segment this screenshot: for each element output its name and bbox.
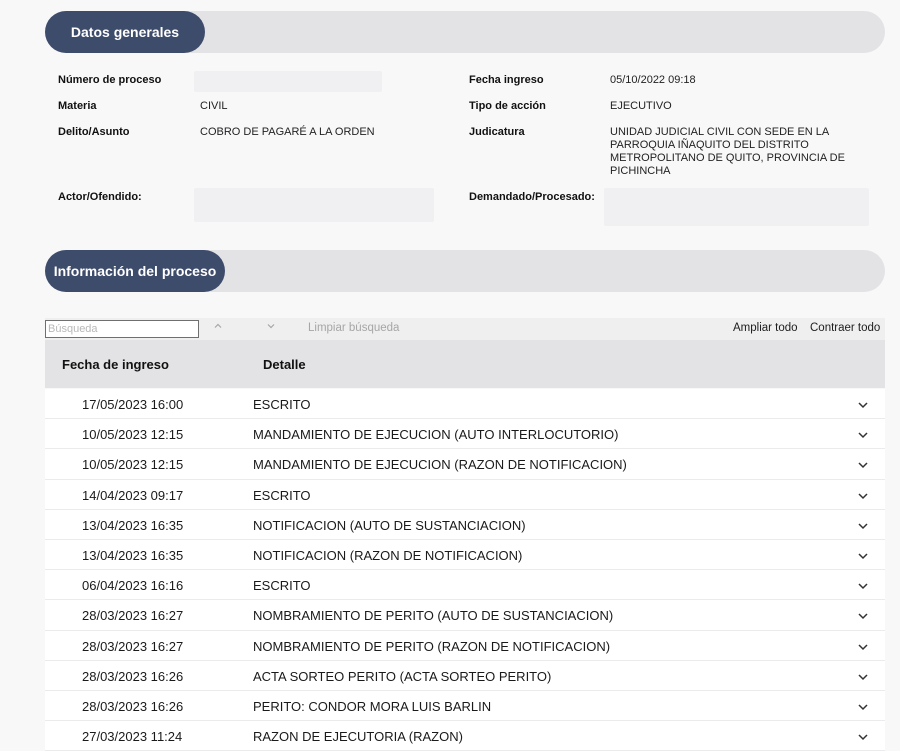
row-date: 28/03/2023 16:26 xyxy=(82,698,184,714)
row-detail: NOTIFICACION (AUTO DE SUSTANCIACION) xyxy=(253,517,526,533)
fecha-ingreso-label: Fecha ingreso xyxy=(469,74,544,86)
row-detail: RAZON DE EJECUTORIA (RAZON) xyxy=(253,729,463,745)
demandado-value xyxy=(604,188,869,226)
row-date: 28/03/2023 16:27 xyxy=(82,638,184,654)
table-row[interactable]: 27/03/2023 11:24 RAZON DE EJECUTORIA (RAZ… xyxy=(45,721,885,751)
row-date: 10/05/2023 12:15 xyxy=(82,457,184,473)
numero-proceso-label: Número de proceso xyxy=(58,74,162,86)
tipo-accion-value: EJECUTIVO xyxy=(610,100,672,112)
chevron-down-icon[interactable] xyxy=(857,459,869,471)
table-row[interactable]: 10/05/2023 12:15 MANDAMIENTO DE EJECUCION… xyxy=(45,419,885,450)
column-header-date: Fecha de ingreso xyxy=(62,357,169,372)
chevron-down-icon[interactable] xyxy=(857,610,869,622)
row-date: 17/05/2023 16:00 xyxy=(82,397,184,412)
table-row[interactable]: 10/05/2023 12:15 MANDAMIENTO DE EJECUCION… xyxy=(45,449,885,480)
collapse-all-button[interactable]: Contraer todo xyxy=(810,322,880,334)
expand-all-button[interactable]: Ampliar todo xyxy=(733,322,798,334)
judicatura-line: UNIDAD JUDICIAL CIVIL CON SEDE EN LA xyxy=(610,126,830,138)
general-section-title: Datos generales xyxy=(45,11,205,53)
table-row[interactable]: 28/03/2023 16:27 NOMBRAMIENTO DE PERITO (… xyxy=(45,600,885,631)
chevron-down-icon[interactable] xyxy=(857,429,869,441)
row-date: 27/03/2023 11:24 xyxy=(82,729,183,745)
chevron-down-icon[interactable] xyxy=(857,490,869,502)
table-row[interactable]: 17/05/2023 16:00 ESCRITO xyxy=(45,389,885,420)
chevron-up-icon[interactable] xyxy=(213,321,223,334)
materia-label: Materia xyxy=(58,100,97,112)
actor-label: Actor/Ofendido: xyxy=(58,191,142,203)
row-date: 13/04/2023 16:35 xyxy=(82,517,184,533)
table-row[interactable]: 13/04/2023 16:35 NOTIFICACION (RAZON DE N… xyxy=(45,539,885,571)
chevron-down-icon[interactable] xyxy=(857,701,869,713)
clear-search-button[interactable]: Limpiar búsqueda xyxy=(308,322,399,334)
row-detail: ESCRITO xyxy=(253,578,311,594)
chevron-down-icon[interactable] xyxy=(266,321,276,334)
row-detail: MANDAMIENTO DE EJECUCION (AUTO INTERLOCU… xyxy=(253,427,619,443)
table-header: Fecha de ingreso Detalle xyxy=(45,340,885,388)
table-row[interactable]: 28/03/2023 16:26 PERITO: CONDOR MORA LUIS… xyxy=(45,690,885,722)
chevron-down-icon[interactable] xyxy=(857,580,869,592)
row-date: 06/04/2023 16:16 xyxy=(82,578,184,594)
judicatura-line: PICHINCHA xyxy=(610,165,671,177)
process-table: 17/05/2023 16:00 ESCRITO 10/05/2023 12:15… xyxy=(45,389,885,751)
chevron-down-icon[interactable] xyxy=(857,731,869,743)
judicatura-line: METROPOLITANO DE QUITO, PROVINCIA DE xyxy=(610,152,845,164)
table-row[interactable]: 14/04/2023 09:17 ESCRITO xyxy=(45,479,885,510)
row-date: 10/05/2023 12:15 xyxy=(82,427,184,443)
row-date: 13/04/2023 16:35 xyxy=(82,547,184,563)
delito-label: Delito/Asunto xyxy=(58,126,130,138)
chevron-down-icon[interactable] xyxy=(857,671,869,683)
row-detail: ESCRITO xyxy=(253,397,311,412)
fecha-ingreso-value: 05/10/2022 09:18 xyxy=(610,74,696,86)
materia-value: CIVIL xyxy=(200,100,228,112)
column-header-detail: Detalle xyxy=(263,357,306,372)
judicatura-line: PARROQUIA IÑAQUITO DEL DISTRITO xyxy=(610,139,809,151)
row-detail: MANDAMIENTO DE EJECUCION (RAZON DE NOTIF… xyxy=(253,457,627,473)
row-date: 14/04/2023 09:17 xyxy=(82,487,184,503)
demandado-label: Demandado/Procesado: xyxy=(469,191,595,203)
table-row[interactable]: 28/03/2023 16:26 ACTA SORTEO PERITO (ACTA… xyxy=(45,660,885,691)
process-section-header: Información del proceso xyxy=(45,250,885,292)
numero-proceso-value xyxy=(194,71,382,92)
process-section-title: Información del proceso xyxy=(45,250,225,292)
row-detail: NOMBRAMIENTO DE PERITO (RAZON DE NOTIFIC… xyxy=(253,638,611,654)
row-date: 28/03/2023 16:27 xyxy=(82,608,184,624)
judicatura-value: UNIDAD JUDICIAL CIVIL CON SEDE EN LA PAR… xyxy=(610,126,850,178)
general-section-header: Datos generales xyxy=(45,11,885,53)
row-detail: NOTIFICACION (RAZON DE NOTIFICACION) xyxy=(253,547,523,563)
row-detail: PERITO: CONDOR MORA LUIS BARLIN xyxy=(253,698,492,714)
tipo-accion-label: Tipo de acción xyxy=(469,100,546,112)
search-toolbar: Limpiar búsqueda Ampliar todo Contraer t… xyxy=(45,318,885,340)
row-detail: ESCRITO xyxy=(253,487,311,503)
judicatura-label: Judicatura xyxy=(469,126,525,138)
chevron-down-icon[interactable] xyxy=(857,641,869,653)
delito-value: COBRO DE PAGARÉ A LA ORDEN xyxy=(200,126,375,138)
row-date: 28/03/2023 16:26 xyxy=(82,668,184,684)
table-row[interactable]: 06/04/2023 16:16 ESCRITO xyxy=(45,570,885,601)
row-detail: ACTA SORTEO PERITO (ACTA SORTEO PERITO) xyxy=(253,668,552,684)
chevron-down-icon[interactable] xyxy=(857,550,869,562)
table-row[interactable]: 28/03/2023 16:27 NOMBRAMIENTO DE PERITO (… xyxy=(45,630,885,661)
chevron-down-icon[interactable] xyxy=(857,399,869,411)
search-input[interactable] xyxy=(45,320,199,338)
actor-value xyxy=(194,188,434,222)
table-row[interactable]: 13/04/2023 16:35 NOTIFICACION (AUTO DE SU… xyxy=(45,509,885,540)
chevron-down-icon[interactable] xyxy=(857,520,869,532)
row-detail: NOMBRAMIENTO DE PERITO (AUTO DE SUSTANCI… xyxy=(253,608,614,624)
